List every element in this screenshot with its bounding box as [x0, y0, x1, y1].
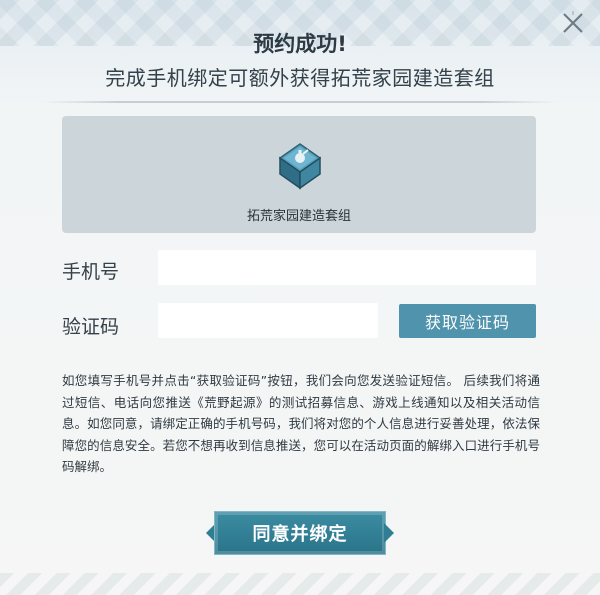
- code-label: 验证码: [62, 316, 120, 338]
- dialog-title: 预约成功!: [253, 32, 347, 56]
- reward-label: 拓荒家园建造套组: [246, 209, 351, 224]
- footer-pattern: [0, 573, 600, 595]
- divider: [42, 101, 558, 103]
- phone-input[interactable]: [158, 250, 536, 285]
- bind-phone-dialog: 预约成功! 完成手机绑定可额外获得拓荒家园建造套组 拓荒家园建造套组 手机号 验…: [0, 0, 600, 595]
- privacy-notice: 如您填写手机号并点击“获取验证码”按钮，我们会向您发送验证短信。 后续我们将通过…: [62, 373, 540, 474]
- agree-bind-button[interactable]: 同意并绑定: [214, 511, 386, 555]
- agree-button-wrap: 同意并绑定: [206, 511, 394, 555]
- reward-panel: 拓荒家园建造套组: [62, 116, 536, 233]
- reward-box-icon: [270, 136, 328, 194]
- code-input[interactable]: [158, 303, 378, 338]
- get-code-button[interactable]: 获取验证码: [399, 304, 536, 338]
- phone-label: 手机号: [62, 261, 120, 283]
- dialog-subtitle: 完成手机绑定可额外获得拓荒家园建造套组: [105, 66, 495, 90]
- button-deco-right: [384, 523, 394, 543]
